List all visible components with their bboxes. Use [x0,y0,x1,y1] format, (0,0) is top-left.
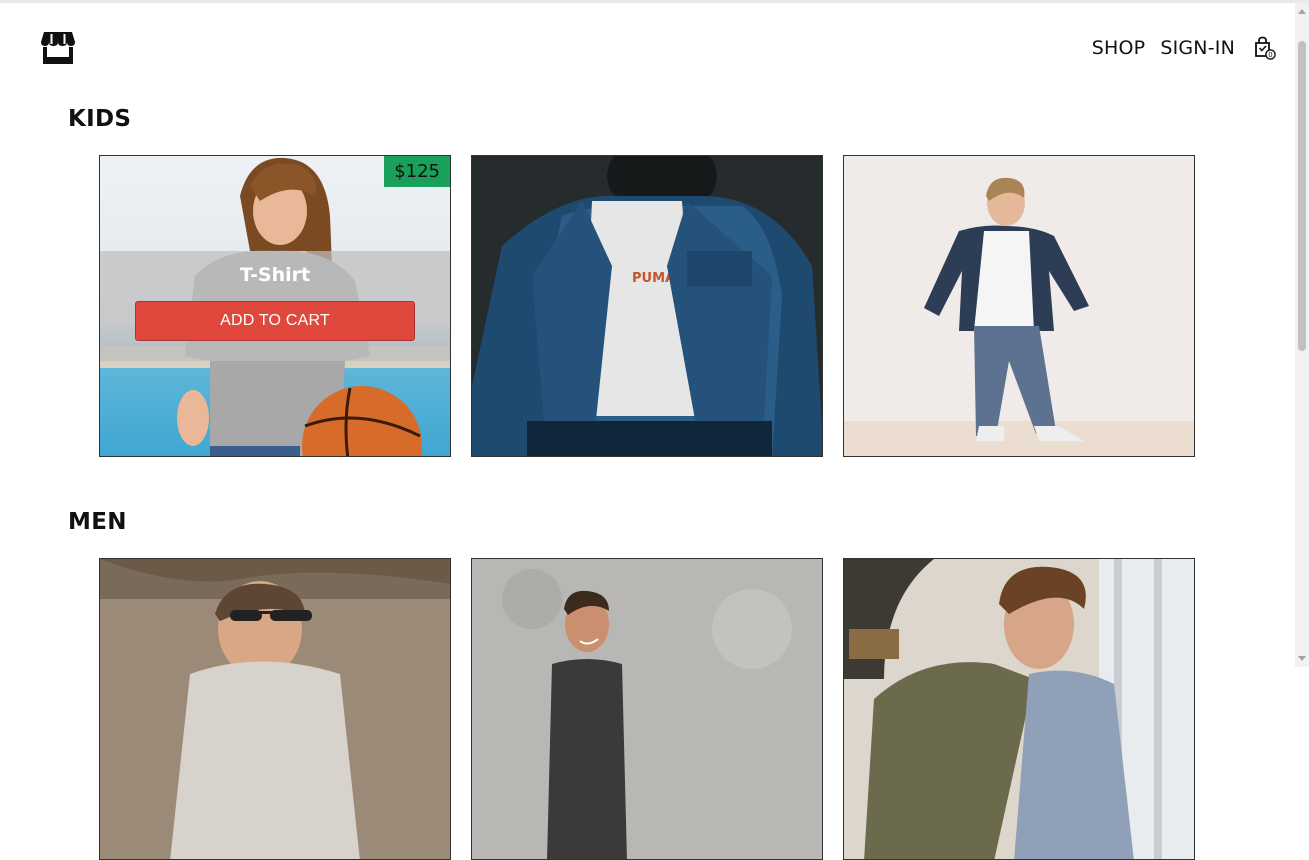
product-image [100,559,450,859]
product-card-tshirt[interactable]: $125 T-Shirt ADD TO CART [99,155,451,457]
product-image [844,156,1194,456]
scrollbar-thumb[interactable] [1298,41,1306,351]
product-image [844,559,1194,859]
product-overlay: T-Shirt ADD TO CART [100,251,450,361]
product-card[interactable] [99,558,451,860]
product-card[interactable] [843,558,1195,860]
section-title-kids[interactable]: KIDS [68,106,131,132]
section-title-men[interactable]: MEN [68,509,127,535]
product-card[interactable] [843,155,1195,457]
store-logo-icon[interactable] [40,30,76,64]
product-card[interactable] [471,558,823,860]
shopping-bag-icon[interactable]: 0 [1254,36,1276,60]
nav-signin-link[interactable]: SIGN-IN [1160,37,1235,59]
main-nav: SHOP SIGN-IN 0 [1092,36,1276,60]
cart-count: 0 [1268,51,1272,59]
add-to-cart-button[interactable]: ADD TO CART [135,301,415,341]
product-image: PUMA [472,156,822,456]
nav-shop-link[interactable]: SHOP [1092,37,1146,59]
product-image [472,559,822,859]
scroll-down-arrow-icon[interactable] [1298,656,1306,661]
product-name: T-Shirt [239,264,311,286]
product-card[interactable]: PUMA [471,155,823,457]
scroll-up-arrow-icon[interactable] [1298,9,1306,14]
page-scrollbar[interactable] [1295,3,1309,667]
site-header: SHOP SIGN-IN 0 [0,3,1295,93]
price-badge: $125 [384,156,450,187]
